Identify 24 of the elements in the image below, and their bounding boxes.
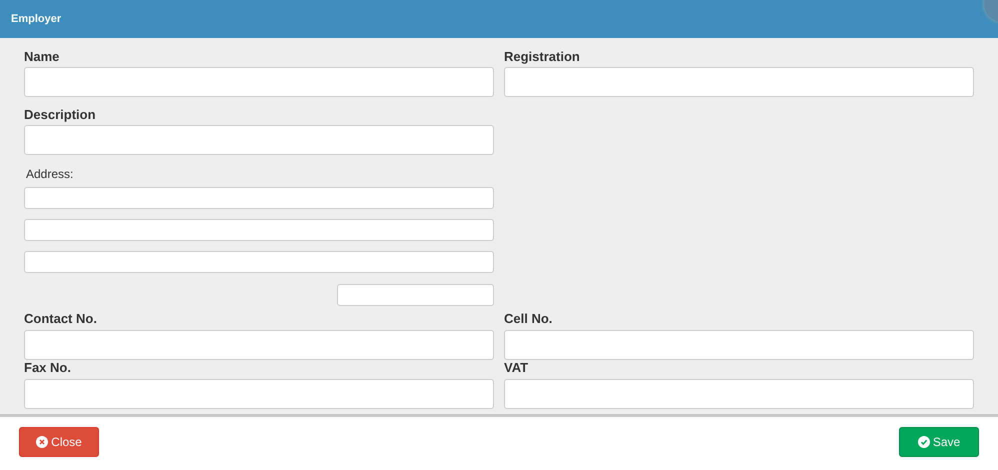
input-field[interactable] — [24, 219, 494, 241]
input-field[interactable] — [24, 187, 494, 209]
input-field[interactable] — [24, 251, 494, 273]
field-label: Address: — [25, 167, 74, 181]
field-label: Cell No. — [504, 311, 554, 327]
input-field[interactable] — [24, 67, 494, 97]
input-field[interactable] — [504, 379, 974, 409]
field-label: Contact No. — [24, 311, 98, 327]
close-button[interactable]: Close — [19, 427, 99, 457]
check-icon — [918, 436, 930, 448]
field-label: VAT — [504, 360, 530, 376]
save-button[interactable]: Save — [899, 427, 979, 457]
input-field[interactable] — [337, 284, 494, 306]
field-label: Registration — [504, 49, 581, 65]
close-icon — [36, 436, 48, 448]
field-label: Fax No. — [24, 360, 72, 376]
field-label: Name — [24, 49, 60, 65]
input-field[interactable] — [24, 125, 494, 155]
input-field[interactable] — [24, 330, 494, 360]
input-field[interactable] — [504, 67, 974, 97]
input-field[interactable] — [24, 379, 494, 409]
input-field[interactable] — [504, 330, 974, 360]
field-label: Description — [24, 107, 97, 123]
window-title: Employer — [11, 13, 62, 25]
